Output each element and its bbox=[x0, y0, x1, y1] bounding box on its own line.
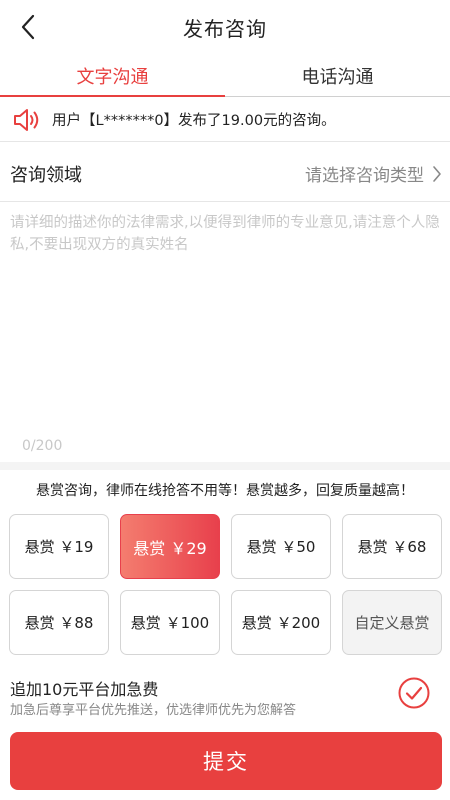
submit-button[interactable]: 提交 bbox=[10, 732, 442, 790]
check-circle-icon bbox=[398, 677, 430, 709]
reward-option-68[interactable]: 悬赏 ￥68 bbox=[342, 514, 442, 579]
description-area: 0/200 bbox=[0, 204, 450, 462]
char-counter: 0/200 bbox=[22, 438, 63, 454]
reward-option-200[interactable]: 悬赏 ￥200 bbox=[231, 590, 331, 655]
notice-text: 用户【L*******0】发布了19.00元的咨询。 bbox=[52, 113, 336, 129]
domain-label: 咨询领域 bbox=[10, 164, 82, 186]
domain-value: 请选择咨询类型 bbox=[305, 166, 424, 186]
reward-option-29[interactable]: 悬赏 ￥29 bbox=[120, 514, 220, 579]
reward-option-50[interactable]: 悬赏 ￥50 bbox=[231, 514, 331, 579]
header-bar: 发布咨询 bbox=[0, 0, 450, 54]
urgent-fee-row: 追加10元平台加急费 加急后尊享平台优先推送，优选律师优先为您解答 bbox=[0, 668, 450, 722]
urgent-checkbox[interactable] bbox=[398, 677, 430, 709]
page-title: 发布咨询 bbox=[183, 16, 267, 41]
description-input[interactable] bbox=[0, 204, 450, 424]
consult-domain-select[interactable]: 咨询领域 请选择咨询类型 bbox=[0, 146, 450, 202]
reward-option-100[interactable]: 悬赏 ￥100 bbox=[120, 590, 220, 655]
reward-option-19[interactable]: 悬赏 ￥19 bbox=[9, 514, 109, 579]
speaker-icon bbox=[12, 107, 42, 133]
urgent-title: 追加10元平台加急费 bbox=[10, 680, 159, 699]
back-button[interactable] bbox=[14, 11, 42, 43]
tab-phone-chat[interactable]: 电话沟通 bbox=[225, 56, 450, 96]
section-divider bbox=[0, 462, 450, 470]
chevron-left-icon bbox=[21, 14, 35, 40]
reward-tip: 悬赏咨询，律师在线抢答不用等！悬赏越多，回复质量越高！ bbox=[36, 483, 414, 499]
chevron-right-icon bbox=[433, 165, 441, 182]
reward-options: 悬赏 ￥19 悬赏 ￥29 悬赏 ￥50 悬赏 ￥68 悬赏 ￥88 悬赏 ￥1… bbox=[9, 514, 442, 656]
tab-text-chat[interactable]: 文字沟通 bbox=[0, 56, 225, 97]
urgent-description: 加急后尊享平台优先推送，优选律师优先为您解答 bbox=[10, 703, 297, 718]
tab-bar: 文字沟通 电话沟通 bbox=[0, 56, 450, 97]
reward-option-88[interactable]: 悬赏 ￥88 bbox=[9, 590, 109, 655]
reward-option-custom[interactable]: 自定义悬赏 bbox=[342, 590, 442, 655]
notice-bar: 用户【L*******0】发布了19.00元的咨询。 bbox=[0, 98, 450, 142]
